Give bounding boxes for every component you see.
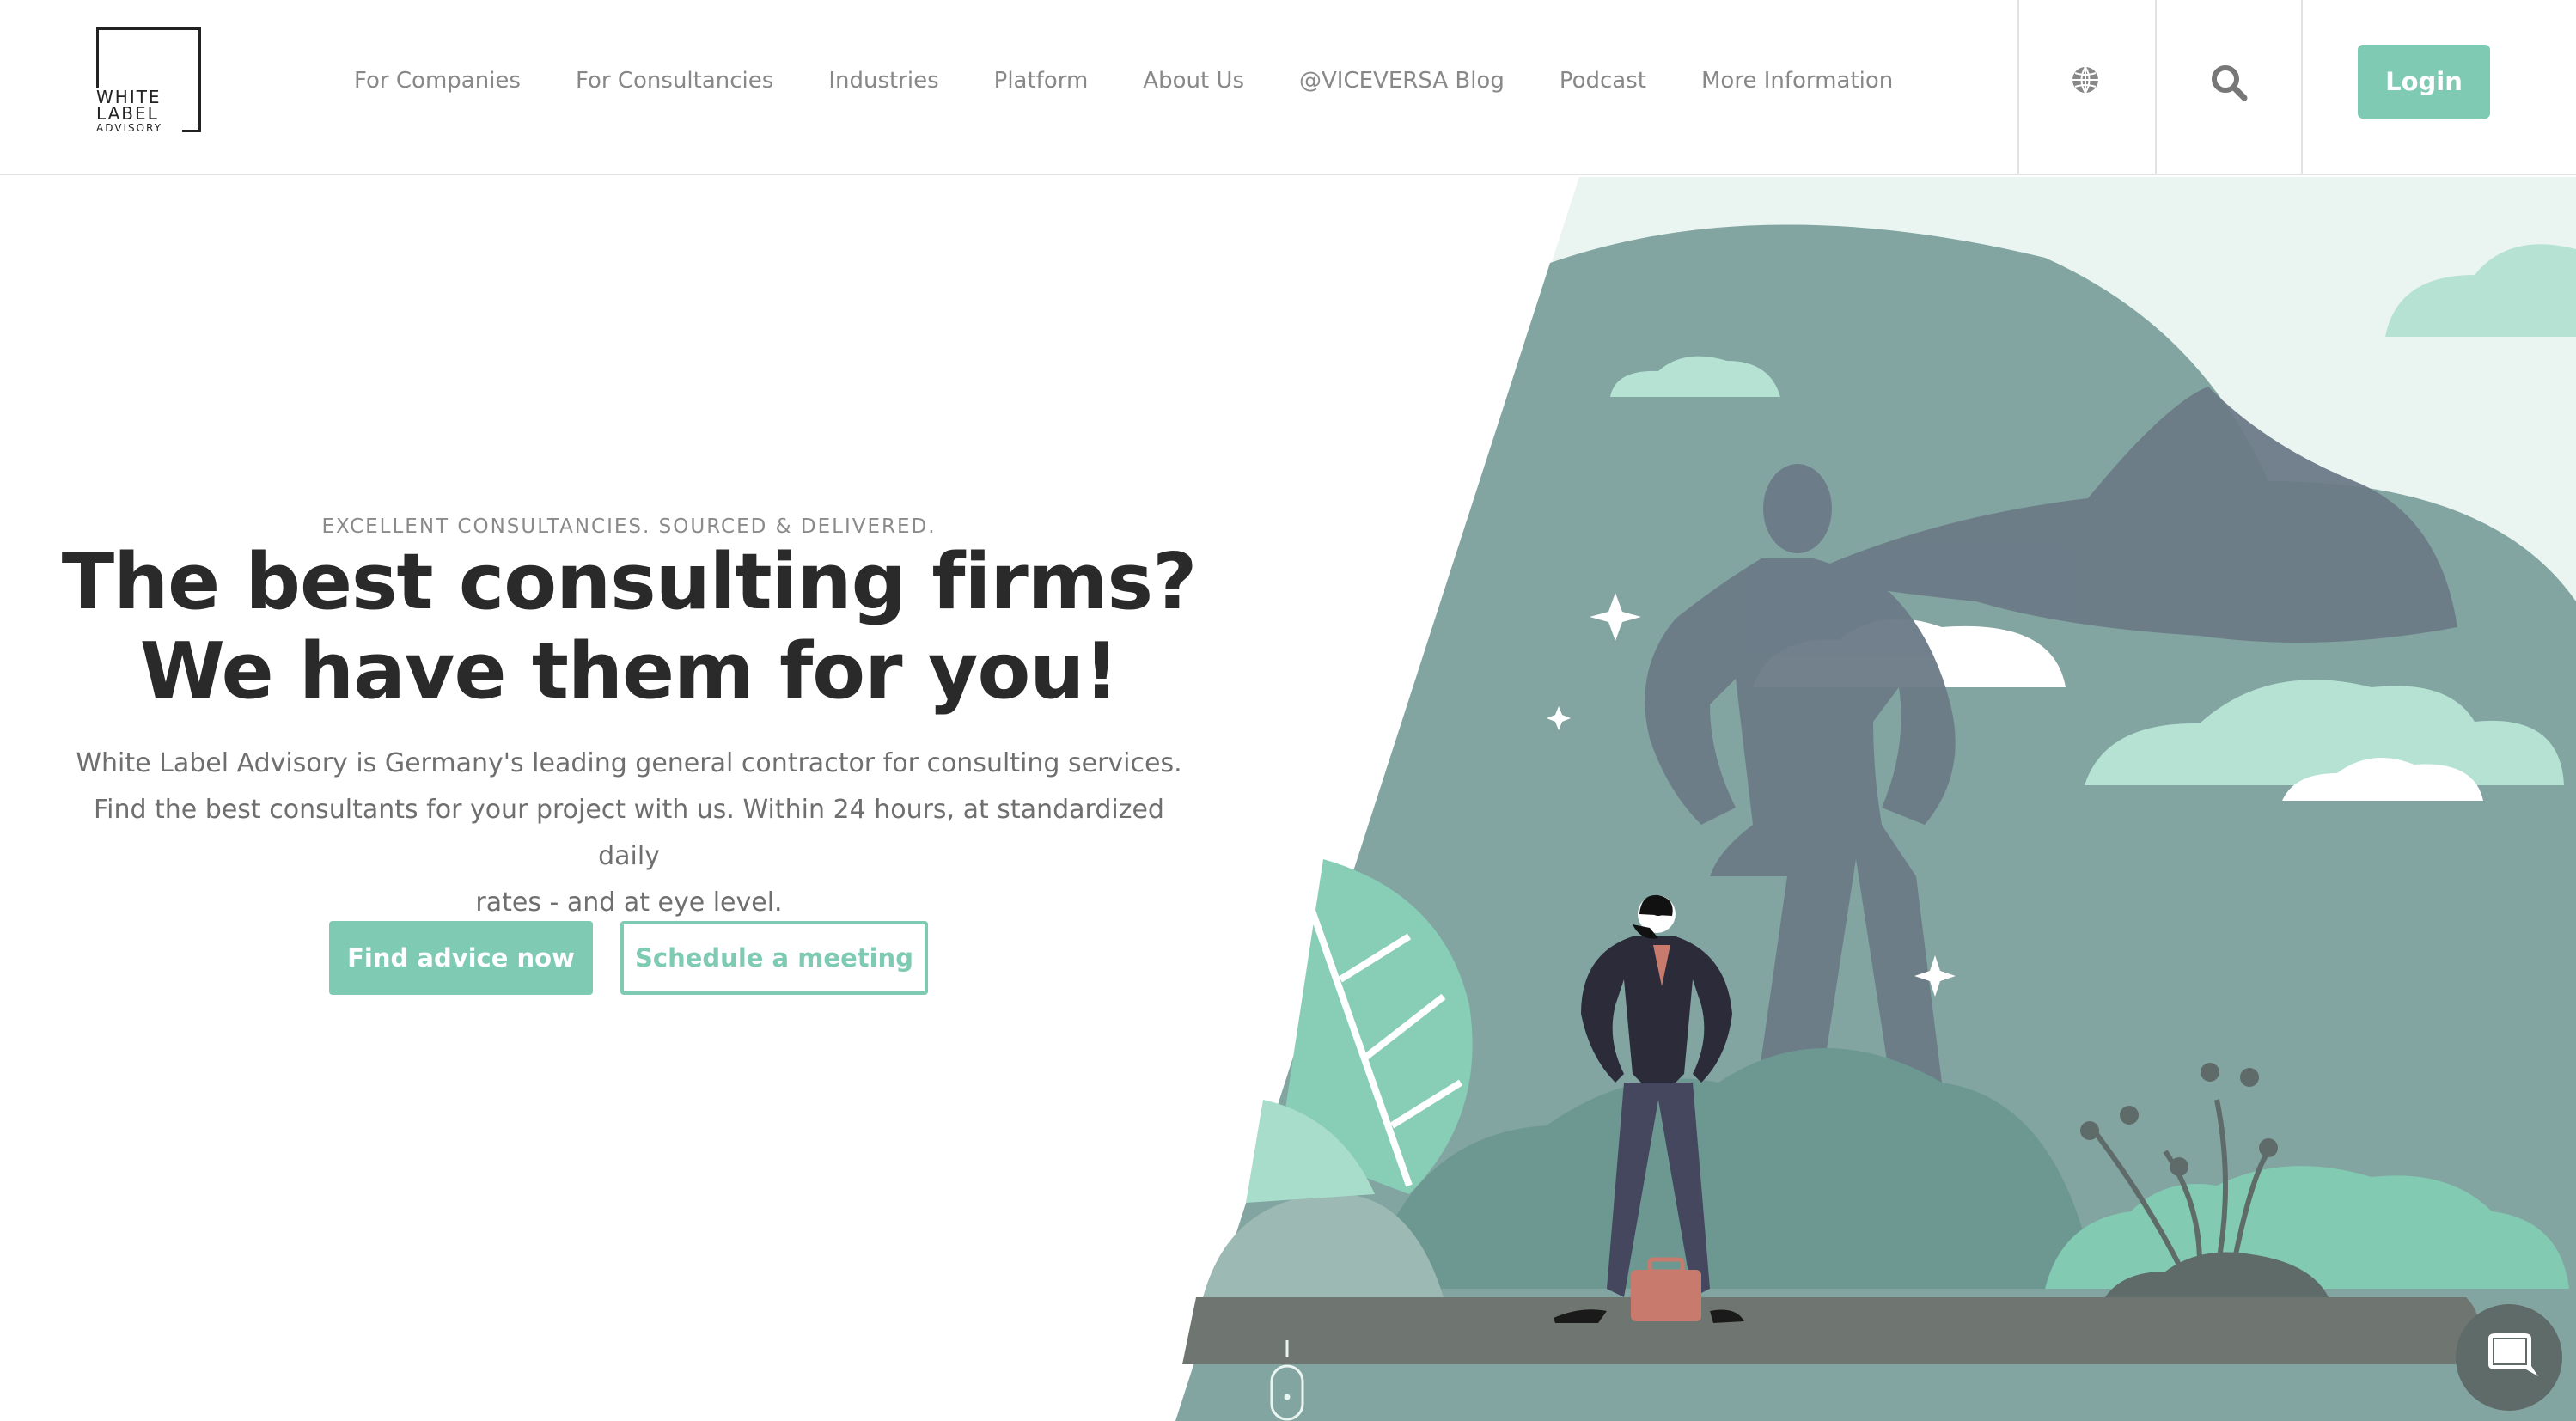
headline-line-1: The best consulting firms? xyxy=(61,537,1198,627)
schedule-meeting-button[interactable]: Schedule a meeting xyxy=(620,921,928,995)
nav-for-companies[interactable]: For Companies xyxy=(354,64,521,98)
nav-podcast[interactable]: Podcast xyxy=(1560,64,1646,98)
description-line-3: rates - and at eye level. xyxy=(475,887,783,918)
nav-platform[interactable]: Platform xyxy=(994,64,1089,98)
description-line-1: White Label Advisory is Germany's leadin… xyxy=(76,748,1182,778)
logo-line-2: LABEL xyxy=(96,103,159,124)
chat-bubble-icon[interactable] xyxy=(2456,1304,2562,1411)
login-button[interactable]: Login xyxy=(2358,45,2490,119)
mouse-scroll-icon[interactable] xyxy=(1268,1339,1306,1421)
nav-industries[interactable]: Industries xyxy=(828,64,938,98)
headline-line-2: We have them for you! xyxy=(139,626,1120,717)
hero-headline: The best consulting firms? We have them … xyxy=(0,538,1258,717)
nav-more-information[interactable]: More Information xyxy=(1701,64,1893,98)
logo-line-3: ADVISORY xyxy=(96,122,162,134)
nav-viceversa-blog[interactable]: @VICEVERSA Blog xyxy=(1299,64,1505,98)
find-advice-button[interactable]: Find advice now xyxy=(329,921,593,995)
header-divider xyxy=(2017,0,2019,175)
logo[interactable]: WHITE LABEL ADVISORY xyxy=(96,27,203,134)
logo-wordmark: WHITE LABEL ADVISORY xyxy=(96,88,182,134)
main-nav: For Companies For Consultancies Industri… xyxy=(354,64,1948,98)
globe-icon[interactable] xyxy=(2071,65,2100,95)
search-icon[interactable] xyxy=(2208,62,2249,103)
nav-about-us[interactable]: About Us xyxy=(1143,64,1244,98)
header-divider xyxy=(2301,0,2303,175)
description-line-2: Find the best consultants for your proje… xyxy=(94,795,1164,871)
site-header: WHITE LABEL ADVISORY For Companies For C… xyxy=(0,0,2576,175)
hero-eyebrow: EXCELLENT CONSULTANCIES. SOURCED & DELIV… xyxy=(321,515,937,538)
nav-for-consultancies[interactable]: For Consultancies xyxy=(576,64,773,98)
hero-description: White Label Advisory is Germany's leadin… xyxy=(69,741,1189,926)
header-divider xyxy=(2155,0,2157,175)
